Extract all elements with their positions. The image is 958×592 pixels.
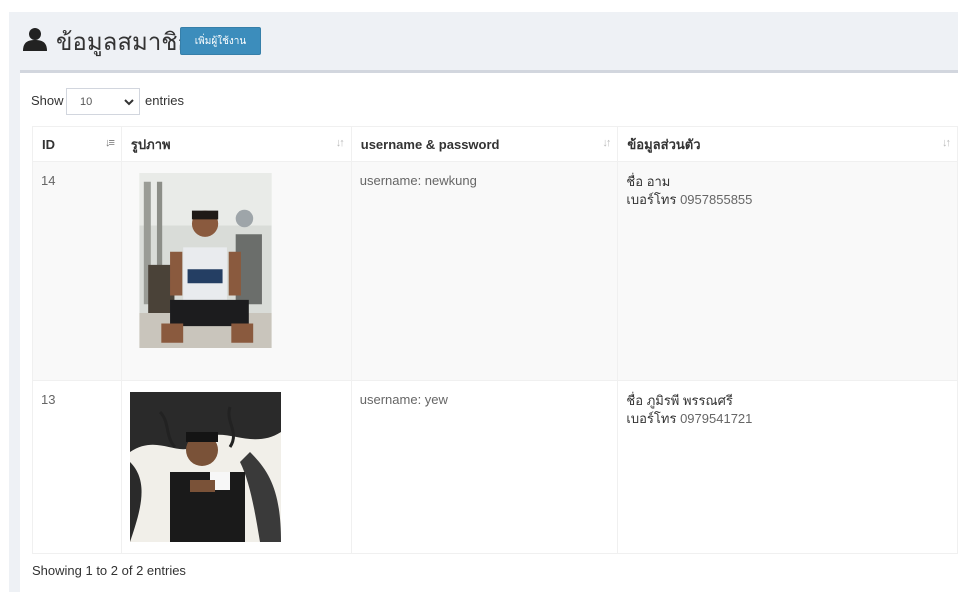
- table-header-row: ID ↓≡ รูปภาพ ↓↑ username & password ↓↑ ข…: [32, 126, 958, 162]
- name-line: ชื่อ อาม: [626, 173, 949, 191]
- phone-line: เบอร์โทร 0979541721: [626, 410, 949, 428]
- table-info: Showing 1 to 2 of 2 entries: [32, 563, 186, 578]
- column-header-id[interactable]: ID ↓≡: [32, 126, 122, 162]
- cell-photo: [120, 161, 352, 381]
- column-header-label: รูปภาพ: [130, 136, 171, 152]
- cell-username: username: newkung: [350, 161, 619, 381]
- name-label: ชื่อ: [626, 174, 644, 189]
- column-header-label: ข้อมูลส่วนตัว: [627, 136, 701, 152]
- page-title: ข้อมูลสมาชิก: [56, 28, 193, 56]
- user-icon: [23, 28, 47, 51]
- cell-username: username: yew: [350, 380, 619, 554]
- cell-personal-info: ชื่อ อาม เบอร์โทร 0957855855: [617, 161, 958, 381]
- sort-icon: ↓↑: [335, 137, 345, 149]
- column-header-photo[interactable]: รูปภาพ ↓↑: [120, 126, 352, 162]
- members-box: Show 10 entries ID ↓≡ รูปภาพ ↓↑ username…: [20, 70, 958, 592]
- table-row: 14 username: newkung ชื่อ อาม เบอร์โทร 0…: [32, 161, 958, 381]
- entries-per-page-select[interactable]: 10: [66, 88, 140, 115]
- name-label: ชื่อ: [626, 393, 644, 408]
- show-label: Show: [31, 93, 64, 108]
- content-header: ข้อมูลสมาชิก เพิ่มผู้ใช้งาน: [9, 12, 958, 70]
- cell-personal-info: ชื่อ ภูมิรพี พรรณศรี เบอร์โทร 0979541721: [617, 380, 958, 554]
- entries-per-page-value: 10: [80, 96, 93, 108]
- cell-photo: [120, 380, 352, 554]
- entries-label: entries: [145, 93, 185, 108]
- member-photo: [129, 392, 281, 542]
- table-row: 13 username: yew ชื่อ ภูมิรพี พรรณศรี เบ…: [32, 380, 958, 554]
- phone-value: 0957855855: [680, 192, 753, 207]
- member-photo: [139, 173, 272, 348]
- name-value: ภูมิรพี พรรณศรี: [646, 393, 733, 408]
- chevron-down-icon: [124, 99, 134, 106]
- cell-id: 14: [32, 161, 122, 381]
- name-value: อาม: [646, 174, 671, 189]
- column-header-credentials[interactable]: username & password ↓↑: [350, 126, 619, 162]
- cell-id: 13: [32, 380, 122, 554]
- add-user-button[interactable]: เพิ่มผู้ใช้งาน: [180, 27, 261, 55]
- phone-line: เบอร์โทร 0957855855: [626, 191, 949, 209]
- phone-label: เบอร์โทร: [626, 192, 677, 207]
- column-header-label: ID: [42, 136, 55, 152]
- sort-icon: ↓↑: [602, 137, 611, 149]
- members-table: ID ↓≡ รูปภาพ ↓↑ username & password ↓↑ ข…: [32, 126, 958, 554]
- sort-icon: ↓↑: [942, 137, 951, 149]
- phone-label: เบอร์โทร: [626, 411, 677, 426]
- phone-value: 0979541721: [680, 411, 753, 426]
- column-header-label: username & password: [360, 136, 500, 152]
- column-header-personal-info[interactable]: ข้อมูลส่วนตัว ↓↑: [617, 126, 958, 162]
- name-line: ชื่อ ภูมิรพี พรรณศรี: [626, 392, 949, 410]
- sort-desc-icon: ↓≡: [104, 137, 115, 149]
